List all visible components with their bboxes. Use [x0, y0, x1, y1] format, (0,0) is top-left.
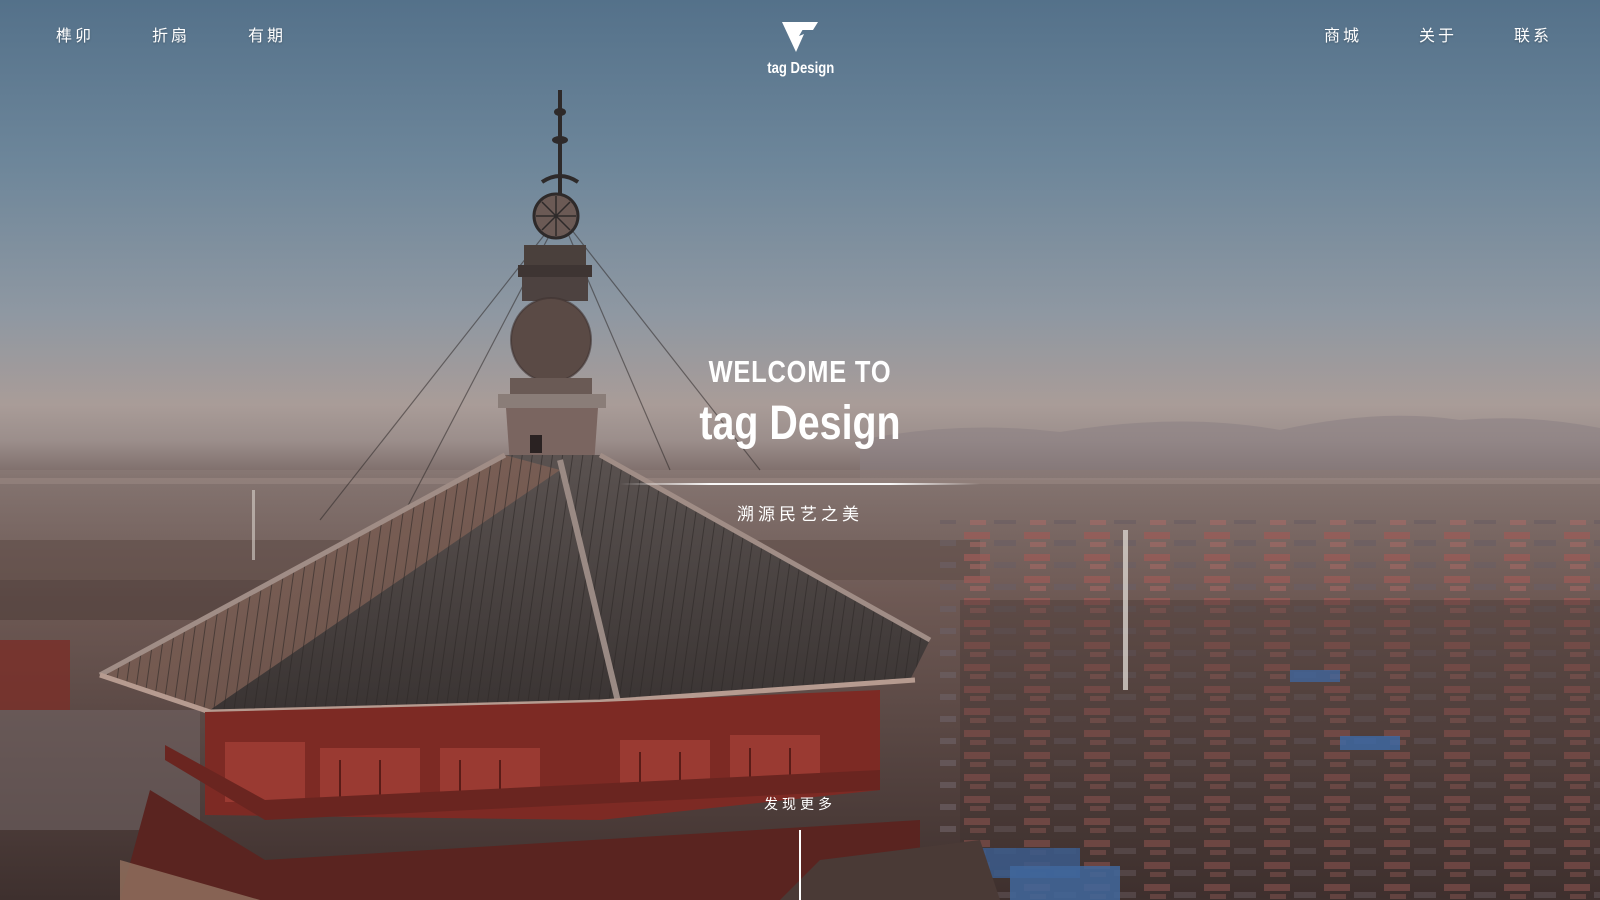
welcome-heading: WELCOME TO: [708, 354, 892, 389]
nav-item-contact[interactable]: 联系: [1514, 22, 1552, 46]
welcome-block: WELCOME TO tag Design: [600, 352, 1000, 454]
nav-item-shop[interactable]: 商城: [1324, 22, 1362, 46]
nav-item-youqi[interactable]: 有期: [248, 22, 286, 46]
heading-divider: [620, 483, 980, 485]
nav-item-folding-fan[interactable]: 折扇: [152, 22, 190, 46]
hero-tagline: 溯源民艺之美: [737, 505, 863, 525]
nav-item-about[interactable]: 关于: [1419, 22, 1457, 46]
tag-logo-icon: [782, 22, 818, 52]
hero-section: 榫卯 折扇 有期 tag Design 商城 关于 联系 WELCOME TO …: [0, 0, 1600, 900]
logo-text: tag Design: [767, 60, 835, 77]
nav-item-sunmao[interactable]: 榫卯: [56, 22, 94, 46]
logo-link[interactable]: tag Design: [760, 20, 840, 78]
brand-heading: tag Design: [699, 397, 901, 450]
scroll-indicator[interactable]: [799, 830, 801, 900]
discover-more-link[interactable]: 发现更多: [700, 794, 900, 814]
